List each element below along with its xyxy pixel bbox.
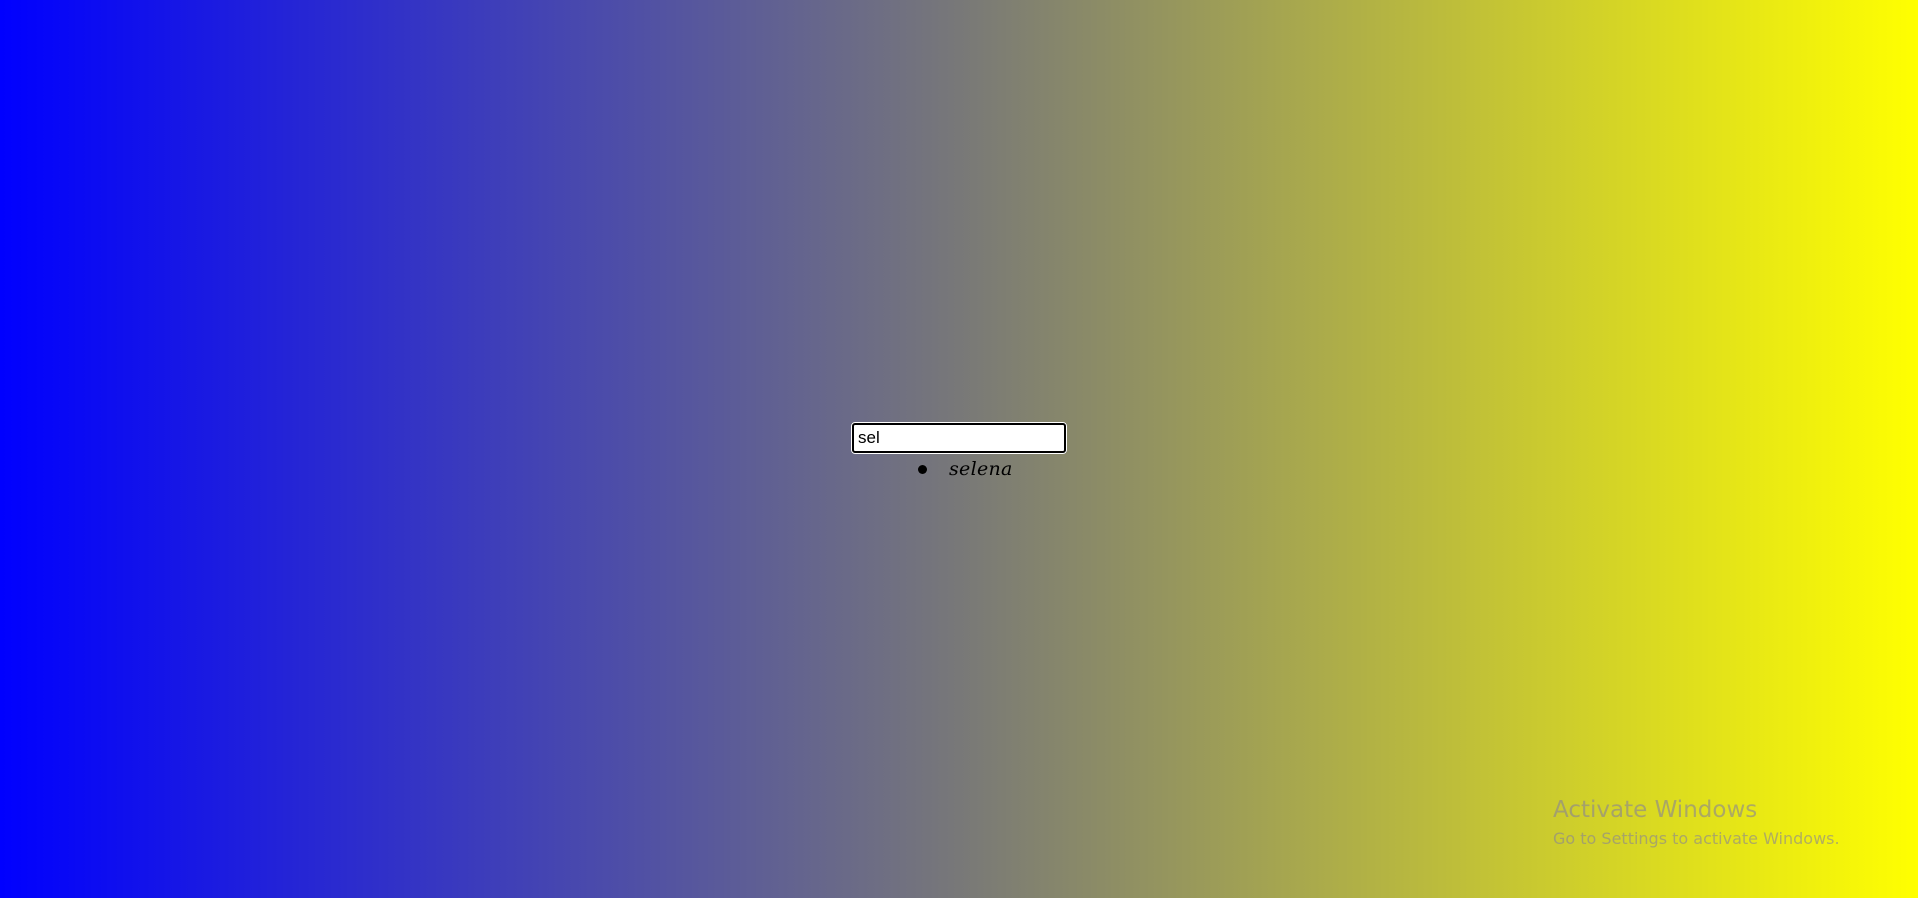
suggestion-item[interactable]: selena [918,454,1013,484]
activation-watermark: Activate Windows Go to Settings to activ… [1553,795,1840,850]
suggestion-label: selena [949,458,1013,480]
watermark-title: Activate Windows [1553,797,1758,823]
search-input[interactable] [851,422,1067,454]
watermark-subtitle: Go to Settings to activate Windows. [1553,829,1840,848]
bullet-icon [918,464,927,474]
search-container: selena [851,422,1067,480]
suggestion-list: selena [918,454,1013,484]
